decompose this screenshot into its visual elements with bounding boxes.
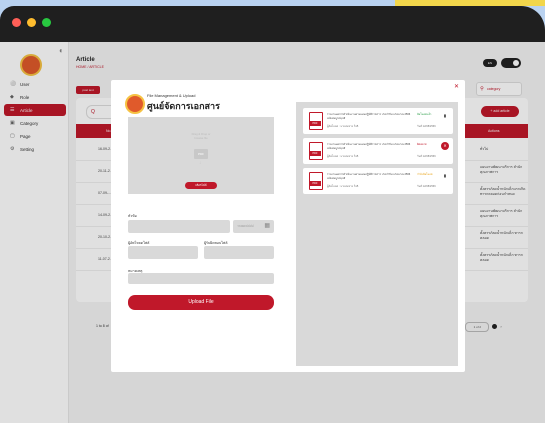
dropzone-hint: Drag & Drop or browse file <box>191 132 211 140</box>
file-status: อัพโหลดแล้ว <box>417 113 432 116</box>
owner-input[interactable] <box>204 246 274 259</box>
file-upload-modal: ✕ File Management & Upload ศูนย์จัดการเอ… <box>111 80 465 372</box>
pdf-file-icon: PDF <box>309 172 323 190</box>
file-date: วันที่ 12/08/2566 <box>417 155 436 158</box>
file-date: วันที่ 12/08/2566 <box>417 125 436 128</box>
pdf-tag: PDF <box>309 151 321 156</box>
file-name: รายงานผลการดำเนินงานตามแผนปฏิบัติราชการ … <box>327 173 411 180</box>
pdf-icon: PDF <box>194 149 208 159</box>
file-card[interactable]: PDF รายงานผลการดำเนินงานตามแผนปฏิบัติราช… <box>303 138 453 164</box>
file-uploader: ผู้อัพโหลด : นายสมชาย ใจดี <box>327 155 359 158</box>
file-uploader: ผู้อัพโหลด : นายสมชาย ใจดี <box>327 125 359 128</box>
file-status: กำลังอัพโหลด <box>417 173 433 176</box>
trash-icon[interactable]: ▮ <box>441 112 449 120</box>
calendar-icon[interactable]: ▦ <box>264 220 270 233</box>
app-screen: ◐ ⚪ User ◆ Role ☰ Article ▣ Category ▢ Page ⚙… <box>0 42 545 423</box>
close-icon[interactable]: ✕ <box>454 83 459 90</box>
file-card[interactable]: PDF รายงานผลการดำเนินงานตามแผนปฏิบัติราช… <box>303 108 453 134</box>
trash-icon[interactable]: ▮ <box>441 172 449 180</box>
file-card[interactable]: PDF รายงานผลการดำเนินงานตามแผนปฏิบัติราช… <box>303 168 453 194</box>
file-date: วันที่ 12/08/2566 <box>417 185 436 188</box>
pdf-tag: PDF <box>309 121 321 126</box>
close-icon[interactable]: ✕ <box>441 142 449 150</box>
date-input[interactable]: วว/ดด/ปปปป ▦ <box>233 220 274 233</box>
logo <box>125 94 145 114</box>
minimize-window-dot[interactable] <box>27 18 36 27</box>
maximize-window-dot[interactable] <box>42 18 51 27</box>
close-window-dot[interactable] <box>12 18 21 27</box>
pdf-tag: PDF <box>309 181 321 186</box>
file-name: รายงานผลการดำเนินงานตามแผนปฏิบัติราชการ … <box>327 113 411 120</box>
modal-subtitle: File Management & Upload <box>147 93 196 98</box>
title-input[interactable] <box>128 220 230 233</box>
window-controls <box>12 18 51 27</box>
note-input[interactable] <box>128 273 274 284</box>
title-label: หัวข้อ <box>128 214 137 218</box>
pdf-file-icon: PDF <box>309 112 323 130</box>
choose-file-button[interactable]: เลือกไฟล์ <box>185 182 217 189</box>
upload-file-button[interactable]: Upload File <box>128 295 274 310</box>
download-arrow-icon: ↓ <box>199 160 202 166</box>
modal-title: ศูนย์จัดการเอกสาร <box>147 101 220 111</box>
file-uploader: ผู้อัพโหลด : นายสมชาย ใจดี <box>327 185 359 188</box>
uploader-input[interactable] <box>128 246 198 259</box>
file-name: รายงานผลการดำเนินงานตามแผนปฏิบัติราชการ … <box>327 143 411 150</box>
uploaded-files-panel: PDF รายงานผลการดำเนินงานตามแผนปฏิบัติราช… <box>296 102 458 366</box>
file-dropzone[interactable]: Drag & Drop or browse file PDF ↓ เลือกไฟ… <box>128 117 274 194</box>
pdf-file-icon: PDF <box>309 142 323 160</box>
app-window: ◐ ⚪ User ◆ Role ☰ Article ▣ Category ▢ Page ⚙… <box>0 6 545 423</box>
file-status: ผิดพลาด <box>417 143 427 146</box>
date-placeholder: วว/ดด/ปปปป <box>237 224 254 228</box>
